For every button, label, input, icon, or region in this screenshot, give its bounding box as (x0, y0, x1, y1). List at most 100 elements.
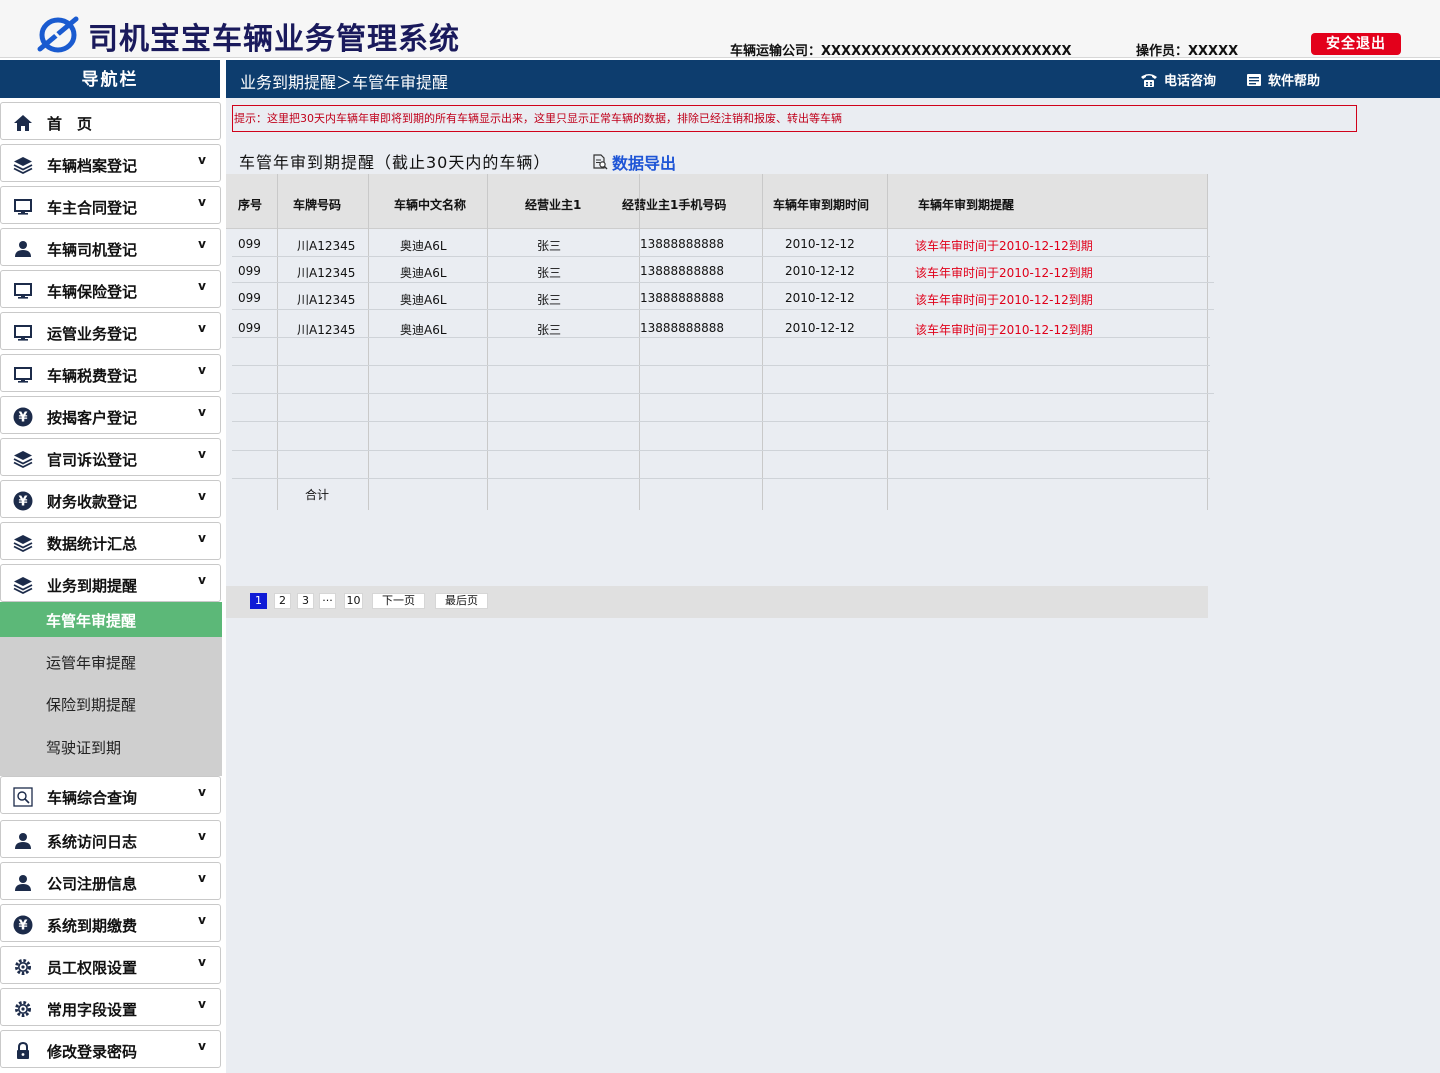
table-cell: 奥迪A6L (400, 323, 447, 337)
lock-icon (13, 1041, 33, 1061)
column-header[interactable]: 车辆年审到期时间 (773, 196, 869, 213)
column-header[interactable]: 车辆中文名称 (394, 196, 466, 213)
logout-button[interactable]: 安全退出 (1311, 33, 1401, 55)
page-button[interactable]: 1 (250, 593, 267, 609)
chevron-down-icon: v (198, 489, 206, 503)
sidebar-item-label: 车主合同登记 (47, 199, 138, 217)
row-divider (232, 309, 1214, 310)
sidebar-item-label: 按揭客户登记 (47, 409, 138, 427)
sidebar-item-label: 数据统计汇总 (47, 535, 138, 553)
sidebar-item[interactable]: 员工权限设置 v (0, 946, 221, 984)
table-cell: 该车年审时间于2010-12-12到期 (915, 266, 1093, 280)
page-button[interactable]: 2 (274, 593, 291, 609)
sidebar-item[interactable]: 数据统计汇总 v (0, 522, 221, 560)
phone-consult-button[interactable]: 电话咨询 (1140, 70, 1216, 89)
sidebar-item-label: 官司诉讼登记 (47, 451, 138, 469)
submenu-item-label: 车管年审提醒 (46, 612, 137, 630)
sidebar-item[interactable]: 首 页 (0, 102, 221, 140)
table-cell: 13888888888 (640, 291, 724, 305)
sidebar-item-label: 业务到期提醒 (47, 577, 138, 595)
page-button[interactable]: 3 (297, 593, 314, 609)
next-page-button[interactable]: 下一页 (372, 593, 425, 609)
chevron-down-icon: v (198, 871, 206, 885)
column-divider (277, 174, 278, 510)
table-cell: 奥迪A6L (400, 266, 447, 280)
sidebar-item-label: 员工权限设置 (47, 959, 138, 977)
user-icon (13, 873, 33, 893)
chevron-down-icon: v (198, 153, 206, 167)
sidebar-item[interactable]: 车主合同登记 v (0, 186, 221, 224)
chevron-down-icon: v (198, 829, 206, 843)
column-header[interactable]: 车辆年审到期提醒 (918, 196, 1014, 213)
chevron-down-icon: v (198, 447, 206, 461)
sidebar-item[interactable]: ¥ 系统到期缴费 v (0, 904, 221, 942)
row-divider (232, 393, 1214, 394)
sidebar-item[interactable]: 业务到期提醒 v (0, 564, 221, 602)
table-cell: 099 (238, 237, 261, 251)
row-divider (232, 421, 1210, 422)
page-button[interactable]: 10 (344, 593, 363, 609)
operator-name: 操作员：XXXXX (1136, 44, 1239, 59)
chevron-down-icon: v (198, 573, 206, 587)
sidebar-item-label: 车辆司机登记 (47, 241, 138, 259)
layers-icon (13, 449, 33, 469)
sidebar-item[interactable]: 常用字段设置 v (0, 988, 221, 1026)
table-cell: 2010-12-12 (785, 321, 855, 335)
column-divider (639, 174, 640, 510)
phone-icon (1141, 73, 1157, 87)
sidebar-item[interactable]: 车辆保险登记 v (0, 270, 221, 308)
last-page-button[interactable]: 最后页 (435, 593, 488, 609)
sidebar-item[interactable]: 修改登录密码 v (0, 1030, 221, 1068)
sidebar-item[interactable]: 官司诉讼登记 v (0, 438, 221, 476)
data-export-button[interactable]: 数据导出 (592, 150, 676, 174)
software-help-label: 软件帮助 (1268, 74, 1321, 89)
chevron-down-icon: v (198, 237, 206, 251)
column-header[interactable]: 车牌号码 (293, 196, 341, 213)
export-doc-icon (593, 154, 608, 170)
row-divider (232, 365, 1210, 366)
sidebar-item[interactable]: 车辆税费登记 v (0, 354, 221, 392)
logo-icon (37, 16, 79, 53)
layers-icon (13, 533, 33, 553)
yen-icon: ¥ (13, 407, 33, 427)
column-header[interactable]: 经营业主1手机号码 (622, 196, 726, 213)
sidebar-item[interactable]: ¥ 财务收款登记 v (0, 480, 221, 518)
sidebar-item[interactable]: 车辆档案登记 v (0, 144, 221, 182)
chevron-down-icon: v (198, 955, 206, 969)
sidebar-item[interactable]: 车辆综合查询 v (0, 776, 221, 814)
submenu-item[interactable]: 保险到期提醒 (0, 686, 222, 721)
sidebar-item[interactable]: 车辆司机登记 v (0, 228, 221, 266)
help-doc-icon (1247, 73, 1261, 86)
table-cell: 099 (238, 291, 261, 305)
table-cell: 奥迪A6L (400, 239, 447, 253)
table-cell: 099 (238, 321, 261, 335)
column-divider (887, 174, 888, 510)
home-icon (13, 113, 33, 133)
submenu-item[interactable]: 车管年审提醒 (0, 602, 222, 637)
software-help-button[interactable]: 软件帮助 (1246, 70, 1320, 89)
table-cell: 川A12345 (297, 293, 356, 307)
chevron-down-icon: v (198, 1039, 206, 1053)
sidebar-item-label: 系统到期缴费 (47, 917, 138, 935)
table-cell: 13888888888 (640, 321, 724, 335)
sidebar-item[interactable]: 系统访问日志 v (0, 820, 221, 858)
table-cell: 该车年审时间于2010-12-12到期 (915, 239, 1093, 253)
sidebar-item[interactable]: 运管业务登记 v (0, 312, 221, 350)
sidebar-item[interactable]: 公司注册信息 v (0, 862, 221, 900)
column-header[interactable]: 序号 (238, 196, 262, 213)
column-header[interactable]: 经营业主1 (525, 196, 581, 213)
chevron-down-icon: v (198, 997, 206, 1011)
submenu-item-label: 保险到期提醒 (46, 696, 137, 714)
breadcrumb-bar: 业务到期提醒＞车管年审提醒 电话咨询 软件帮助 (226, 60, 1440, 98)
sidebar-item[interactable]: ¥ 按揭客户登记 v (0, 396, 221, 434)
sidebar-item-label: 车辆税费登记 (47, 367, 138, 385)
chevron-down-icon: v (198, 363, 206, 377)
column-divider (487, 174, 488, 510)
chevron-down-icon: v (198, 321, 206, 335)
submenu-item[interactable]: 运管年审提醒 (0, 644, 222, 679)
page-button[interactable]: ··· (319, 593, 336, 609)
chevron-down-icon: v (198, 405, 206, 419)
sidebar-item-label: 修改登录密码 (47, 1043, 138, 1061)
nav-title: 导航栏 (0, 60, 220, 98)
submenu-item[interactable]: 驾驶证到期 (0, 729, 222, 764)
